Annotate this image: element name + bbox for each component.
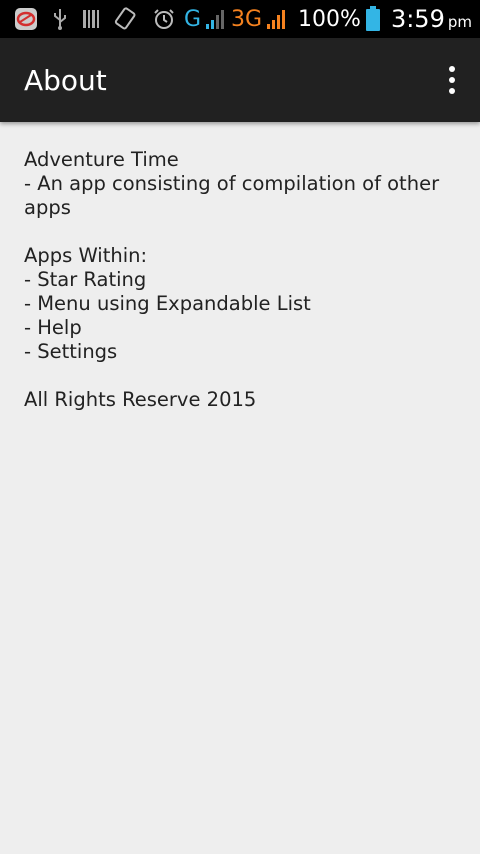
signal-3g-icon bbox=[266, 8, 288, 30]
action-bar: About bbox=[0, 38, 480, 122]
app-description-line1: - An app consisting of compilation of ot… bbox=[24, 172, 440, 195]
status-bar: G 3G 100% 3:59 pm bbox=[0, 0, 480, 38]
battery-icon bbox=[365, 6, 381, 32]
more-vert-icon[interactable] bbox=[440, 56, 464, 104]
list-item: - Help bbox=[24, 316, 82, 339]
app-notification-icon bbox=[14, 7, 38, 31]
page-title: About bbox=[24, 63, 107, 97]
overflow-dot bbox=[449, 66, 455, 72]
barcode-icon bbox=[82, 9, 100, 29]
network-3g-label: 3G bbox=[231, 6, 263, 32]
network-g-label: G bbox=[183, 6, 201, 32]
app-name: Adventure Time bbox=[24, 148, 179, 171]
usb-icon bbox=[52, 7, 68, 31]
clock: 3:59 pm bbox=[391, 5, 472, 33]
apps-heading: Apps Within: bbox=[24, 244, 148, 267]
screen-rotate-icon bbox=[114, 7, 138, 31]
alarm-icon bbox=[152, 7, 176, 31]
list-item: - Settings bbox=[24, 340, 118, 363]
signal-icon bbox=[205, 8, 227, 30]
list-item: - Star Rating bbox=[24, 268, 147, 291]
battery-percent: 100% bbox=[298, 6, 361, 32]
about-content: Adventure Time - An app consisting of co… bbox=[24, 148, 444, 412]
app-description-line2: apps bbox=[24, 196, 71, 219]
clock-time: 3:59 bbox=[390, 5, 445, 33]
list-item: - Menu using Expandable List bbox=[24, 292, 311, 315]
overflow-dot bbox=[449, 88, 455, 94]
clock-ampm: pm bbox=[447, 13, 472, 31]
copyright-text: All Rights Reserve 2015 bbox=[24, 388, 257, 411]
overflow-dot bbox=[449, 77, 455, 83]
